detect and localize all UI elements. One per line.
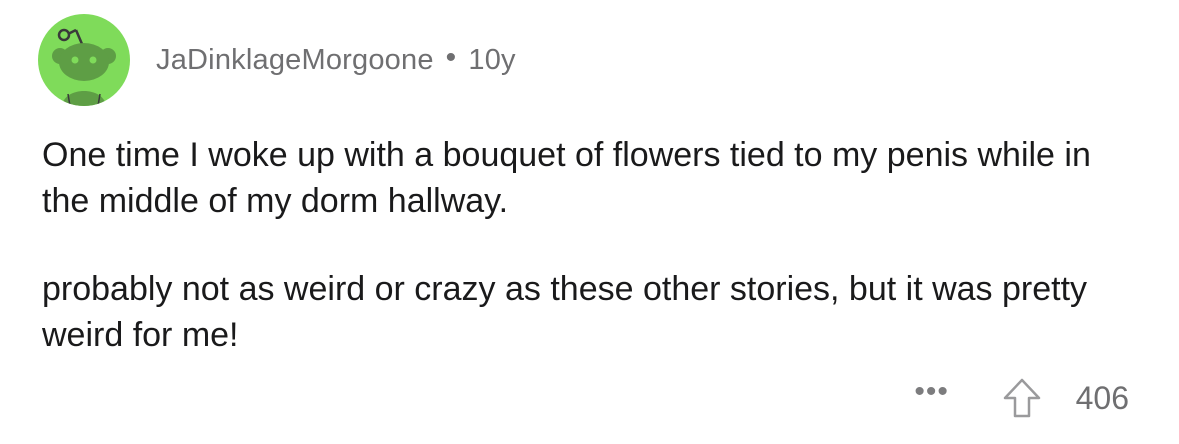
upvote-button[interactable] [1000, 376, 1044, 420]
comment-meta: JaDinklageMorgoone • 10y [156, 41, 516, 77]
author-username[interactable]: JaDinklageMorgoone [156, 44, 434, 77]
upvote-arrow-icon [1003, 378, 1040, 418]
vote-score: 406 [1075, 379, 1129, 416]
comment-age: 10y [468, 43, 516, 76]
meta-separator: • [445, 41, 457, 74]
comment-actions: ••• 406 [902, 372, 1129, 424]
snoo-avatar-icon [52, 28, 116, 106]
comment-card: JaDinklageMorgoone • 10y One time I woke… [0, 0, 1179, 444]
comment-header: JaDinklageMorgoone • 10y [38, 14, 516, 106]
comment-body: One time I woke up with a bouquet of flo… [42, 132, 1142, 358]
comment-paragraph: One time I woke up with a bouquet of flo… [42, 136, 1091, 220]
comment-paragraph: probably not as weird or crazy as these … [42, 270, 1088, 354]
user-avatar[interactable] [38, 14, 130, 106]
more-options-button[interactable]: ••• [902, 375, 962, 409]
